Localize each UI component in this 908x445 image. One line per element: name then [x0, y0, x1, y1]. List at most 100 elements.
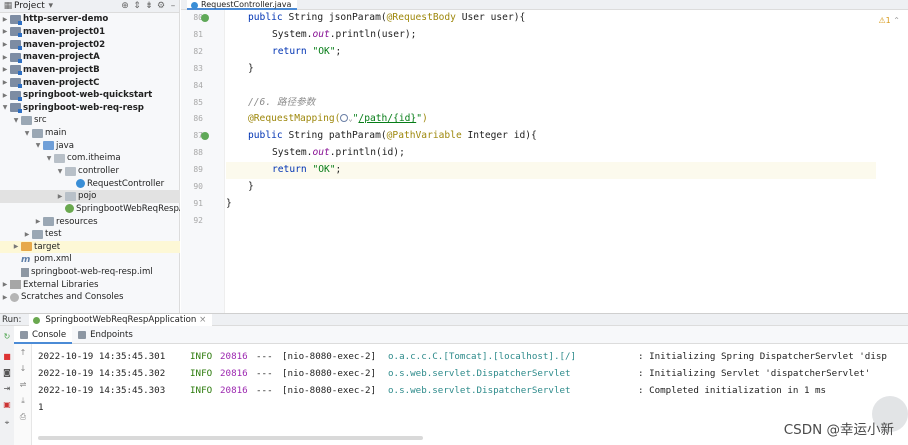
tree-item[interactable]: springboot-web-req-resp.iml [0, 266, 180, 279]
log-logger: o.s.web.servlet.DispatcherServlet [388, 385, 571, 396]
horizontal-scrollbar[interactable] [38, 436, 423, 440]
run-toolbar: ↻ ■ ◙ ⇥ ▣ ⌖ [0, 326, 14, 445]
chevron-right-icon[interactable]: ▶ [0, 66, 10, 73]
tree-item[interactable]: ▶ maven-project01 [0, 26, 180, 39]
tree-item[interactable]: ▶ springboot-web-quickstart [0, 89, 180, 102]
tree-item[interactable]: ▶ External Libraries [0, 278, 180, 291]
code-editor[interactable]: public String jsonParam(@RequestBody Use… [226, 10, 876, 313]
excluded-folder-icon [21, 242, 32, 252]
print-icon[interactable]: ⎙ [18, 412, 28, 422]
project-panel-title[interactable]: Project [14, 1, 45, 11]
tab-request-controller[interactable]: RequestController.java [187, 0, 298, 10]
project-panel: ▦ Project ▾ ⊕ ⇕ ⇟ ⚙ – ▶ http-server-demo ▶… [0, 0, 180, 313]
tree-item[interactable]: ▶ resources [0, 215, 180, 228]
stop-icon[interactable]: ■ [2, 352, 12, 362]
tree-item-label: RequestController [87, 178, 165, 189]
tree-item[interactable]: ▼ springboot-web-req-resp [0, 101, 180, 114]
chevron-right-icon[interactable]: ▶ [22, 231, 32, 238]
tree-item[interactable]: ▶ maven-projectC [0, 76, 180, 89]
chevron-right-icon[interactable]: ▶ [0, 16, 10, 23]
dropdown-chevron-icon[interactable]: ▾ [45, 1, 57, 11]
tree-item[interactable]: ▶ pojo [0, 189, 180, 203]
run-config-tab[interactable]: SpringbootWebReqRespApplication × [29, 313, 213, 326]
expand-all-icon[interactable]: ⇕ [131, 1, 143, 11]
chevron-down-icon[interactable]: ▼ [11, 117, 21, 124]
tree-item[interactable]: ▶ test [0, 228, 180, 241]
module-folder-icon [10, 52, 22, 63]
tree-item[interactable]: ▶ maven-project02 [0, 38, 180, 51]
chevron-down-icon[interactable]: ▼ [33, 142, 43, 149]
tree-item-label: http-server-demo [23, 14, 109, 25]
line-number: 84 [193, 80, 203, 90]
collapse-all-icon[interactable]: ⇟ [143, 1, 155, 11]
chevron-right-icon[interactable]: ▶ [0, 28, 10, 35]
tree-item-label: SpringbootWebReqRespAp [76, 203, 180, 214]
tree-item[interactable]: RequestController [0, 177, 180, 190]
code-line-current: return "OK"; [226, 162, 876, 179]
layout-icon[interactable]: ▣ [2, 400, 12, 410]
camera-icon[interactable]: ◙ [2, 368, 12, 378]
rerun-icon[interactable]: ↻ [2, 332, 12, 342]
tree-item[interactable]: ▼ java [0, 139, 180, 152]
down-arrow-icon[interactable]: ↓ [18, 364, 28, 373]
tree-item[interactable]: ▶ maven-projectB [0, 64, 180, 77]
console-output[interactable]: 2022-10-19 14:35:45.301 INFO 20816 --- [nio-… [38, 348, 908, 428]
chevron-down-icon[interactable]: ▼ [44, 155, 54, 162]
chevron-down-icon[interactable]: ▼ [0, 104, 10, 111]
code-line: //6. 路径参数 [248, 96, 316, 108]
log-message: : Initializing Spring DispatcherServlet … [638, 351, 887, 362]
tree-item[interactable]: ▼ controller [0, 165, 180, 178]
tab-console[interactable]: Console [14, 325, 73, 344]
tree-item[interactable]: ▶ maven-projectA [0, 51, 180, 64]
project-view-icon[interactable]: ▦ [2, 1, 14, 11]
tree-item[interactable]: ▼ com.itheima [0, 152, 180, 165]
spring-endpoint-icon[interactable] [201, 132, 209, 140]
spring-endpoint-icon[interactable] [201, 14, 209, 22]
close-icon[interactable]: × [199, 315, 206, 325]
line-number: 85 [193, 97, 203, 107]
run-toolwindow-bar: Run: SpringbootWebReqRespApplication × [0, 313, 908, 326]
tree-item-label: com.itheima [67, 153, 121, 164]
exit-icon[interactable]: ⇥ [2, 384, 12, 394]
line-number: 88 [193, 148, 203, 158]
chevron-down-icon[interactable]: ▼ [22, 130, 32, 137]
tree-item-label: resources [56, 216, 98, 227]
inspection-indicator[interactable]: ⚠1 ⌃ [878, 16, 900, 25]
up-arrow-icon[interactable]: ↑ [18, 348, 28, 357]
log-message: : Initializing Servlet 'dispatcherServle… [638, 368, 871, 379]
tab-endpoints[interactable]: Endpoints [72, 326, 139, 344]
chevron-right-icon[interactable]: ▶ [0, 79, 10, 86]
scroll-to-end-icon[interactable]: ⤓ [18, 396, 28, 406]
chevron-right-icon[interactable]: ▶ [0, 281, 10, 288]
chevron-right-icon[interactable]: ▶ [0, 294, 10, 301]
hide-panel-icon[interactable]: – [167, 1, 179, 11]
line-number: 82 [193, 46, 203, 56]
tree-item[interactable]: ▼ src [0, 114, 180, 127]
locate-icon[interactable]: ⊕ [119, 1, 131, 11]
log-pid: 20816 [220, 368, 248, 379]
chevron-right-icon[interactable]: ▶ [11, 243, 21, 250]
tree-item[interactable]: ▶ http-server-demo [0, 13, 180, 26]
project-panel-header: ▦ Project ▾ ⊕ ⇕ ⇟ ⚙ – [0, 0, 179, 13]
editor-gutter: 80 81 82 83 84 85 86 87 88 89 90 91 92 [181, 10, 225, 313]
tree-item[interactable]: ▶ target [0, 240, 180, 254]
tree-item[interactable]: ▶ Scratches and Consoles [0, 291, 180, 304]
chevron-right-icon[interactable]: ▶ [55, 193, 65, 200]
chevron-right-icon[interactable]: ▶ [0, 54, 10, 61]
log-logger: o.a.c.c.C.[Tomcat].[localhost].[/] [388, 351, 577, 362]
soft-wrap-icon[interactable]: ⇌ [18, 380, 28, 389]
tree-item[interactable]: ▼ main [0, 127, 180, 140]
chevron-right-icon[interactable]: ▶ [0, 41, 10, 48]
tree-item[interactable]: m pom.xml [0, 253, 180, 266]
pin-icon[interactable]: ⌖ [2, 418, 12, 428]
tree-item-label: maven-project02 [23, 39, 106, 50]
package-icon [54, 153, 65, 163]
chevron-right-icon[interactable]: ▶ [0, 92, 10, 99]
tree-item[interactable]: SpringbootWebReqRespAp [0, 203, 180, 216]
chevron-right-icon[interactable]: ▶ [33, 218, 43, 225]
log-pid: 20816 [220, 385, 248, 396]
iml-file-icon [21, 267, 29, 277]
gear-icon[interactable]: ⚙ [155, 1, 167, 11]
warning-icon: ⚠ [878, 16, 886, 25]
chevron-down-icon[interactable]: ▼ [55, 168, 65, 175]
